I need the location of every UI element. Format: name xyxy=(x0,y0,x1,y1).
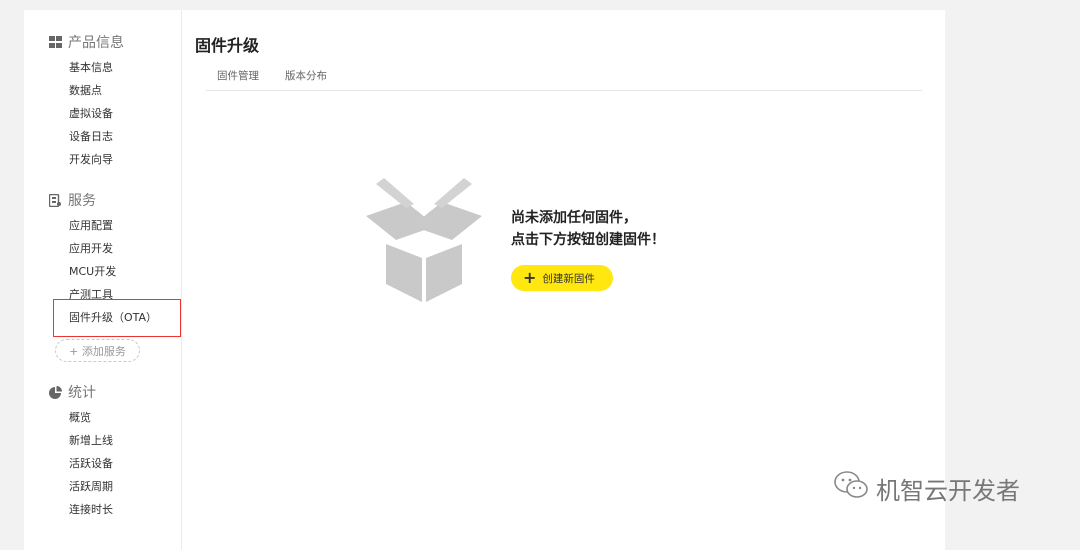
sidebar-item-active-period[interactable]: 活跃周期 xyxy=(69,480,113,494)
main-content: 固件升级 固件管理 版本分布 尚未添加任何固件， 点击下方按钮创建固件！ + 创… xyxy=(195,10,945,550)
wechat-icon xyxy=(834,470,868,506)
empty-state-message: 尚未添加任何固件， 点击下方按钮创建固件！ xyxy=(511,207,665,251)
empty-box-illustration xyxy=(358,178,490,308)
sidebar-item-virtual-device[interactable]: 虚拟设备 xyxy=(69,107,113,121)
sidebar-item-connect-duration[interactable]: 连接时长 xyxy=(69,503,113,517)
section-stats: 统计 xyxy=(48,382,96,402)
section-product-header: 产品信息 xyxy=(48,32,124,52)
section-product: 产品信息 xyxy=(48,32,124,52)
console-card: 产品信息 基本信息 数据点 虚拟设备 设备日志 开发向导 服务 应用配置 应用开… xyxy=(24,10,945,550)
sidebar-item-dev-guide[interactable]: 开发向导 xyxy=(69,153,113,167)
sidebar: 产品信息 基本信息 数据点 虚拟设备 设备日志 开发向导 服务 应用配置 应用开… xyxy=(24,10,182,550)
sidebar-item-mcu-dev[interactable]: MCU开发 xyxy=(69,265,116,279)
sidebar-item-datapoints[interactable]: 数据点 xyxy=(69,84,102,98)
empty-state-line2: 点击下方按钮创建固件！ xyxy=(511,232,665,248)
sidebar-item-overview[interactable]: 概览 xyxy=(69,411,91,425)
sidebar-item-new-online[interactable]: 新增上线 xyxy=(69,434,113,448)
sidebar-item-device-log[interactable]: 设备日志 xyxy=(69,130,113,144)
pie-chart-icon xyxy=(48,385,62,399)
tab-version-distribution[interactable]: 版本分布 xyxy=(285,68,327,83)
plus-icon: + xyxy=(523,268,537,287)
sidebar-item-basic-info[interactable]: 基本信息 xyxy=(69,61,113,75)
sidebar-item-ota[interactable]: 固件升级（OTA） xyxy=(69,311,157,325)
add-service-button[interactable]: + 添加服务 xyxy=(55,339,140,362)
watermark-text: 机智云开发者 xyxy=(876,476,1020,505)
sidebar-item-active-devices[interactable]: 活跃设备 xyxy=(69,457,113,471)
empty-state-line1: 尚未添加任何固件， xyxy=(511,210,637,226)
sidebar-item-app-dev[interactable]: 应用开发 xyxy=(69,242,113,256)
page-title: 固件升级 xyxy=(195,36,260,55)
watermark: 机智云开发者 xyxy=(834,470,1020,506)
section-stats-header: 统计 xyxy=(48,382,96,402)
section-stats-title: 统计 xyxy=(68,385,96,401)
grid-icon xyxy=(48,35,62,49)
section-service: 服务 xyxy=(48,190,96,210)
section-product-title: 产品信息 xyxy=(68,35,124,51)
service-icon xyxy=(48,193,62,207)
section-service-header: 服务 xyxy=(48,190,96,210)
create-firmware-label: 创建新固件 xyxy=(542,272,595,285)
create-firmware-button[interactable]: + 创建新固件 xyxy=(511,265,613,291)
sidebar-item-app-config[interactable]: 应用配置 xyxy=(69,219,113,233)
tab-firmware-management[interactable]: 固件管理 xyxy=(217,68,259,83)
tab-bar: 固件管理 版本分布 xyxy=(206,68,922,91)
section-service-title: 服务 xyxy=(68,193,96,209)
